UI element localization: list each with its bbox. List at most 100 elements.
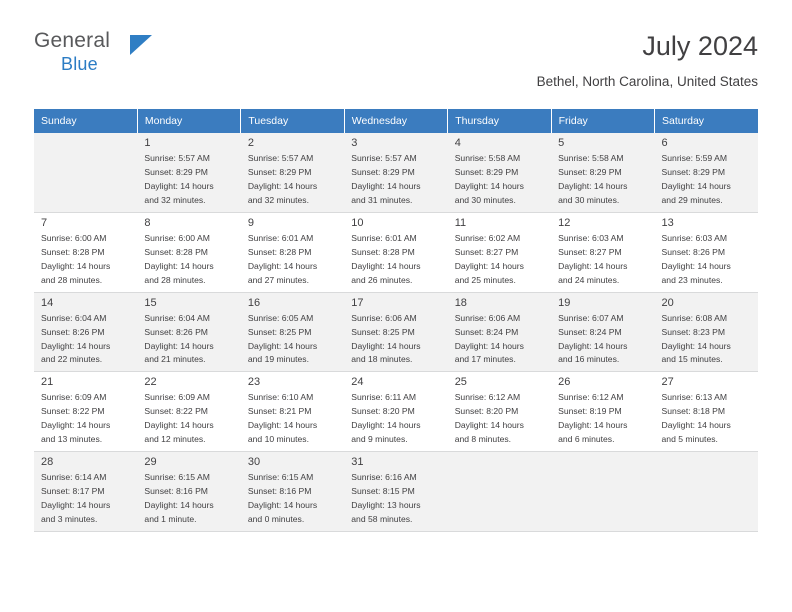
calendar-day-cell[interactable]: 8 Sunrise: 6:00 AM Sunset: 8:28 PM Daylight… [137,212,241,293]
day-detail-line: Daylight: 14 hours [558,340,628,351]
day-detail-line: Daylight: 14 hours [41,500,111,511]
day-detail-line: and 29 minutes. [661,194,723,205]
day-detail-line: Daylight: 14 hours [351,340,421,351]
calendar-day-cell[interactable]: 23 Sunrise: 6:10 AM Sunset: 8:21 PM Dayligh… [240,371,345,453]
calendar-day-cell[interactable]: 28 Sunrise: 6:14 AM Sunset: 8:17 PM Dayligh… [34,451,138,532]
day-detail-line: Sunset: 8:20 PM [351,406,415,417]
calendar-day-cell[interactable]: 20 Sunrise: 6:08 AM Sunset: 8:23 PM Dayligh… [654,292,758,373]
calendar-day-cell[interactable]: 2 Sunrise: 5:57 AM Sunset: 8:29 PM Daylight… [240,133,345,213]
day-detail-line: Sunset: 8:16 PM [247,486,312,497]
page-header: General Blue July 2024 Bethel, North Car… [34,0,758,92]
calendar-day-cell[interactable]: 15 Sunrise: 6:04 AM Sunset: 8:26 PM Dayligh… [137,292,241,373]
page-title: July 2024 [642,31,758,61]
calendar-day-cell[interactable]: 3 Sunrise: 5:57 AM Sunset: 8:29 PM Daylight… [344,133,448,213]
day-details: Sunrise: 6:11 AM Sunset: 8:20 PM Daylight:… [351,391,441,447]
day-details: Sunrise: 6:03 AM Sunset: 8:27 PM Daylight:… [558,232,648,288]
calendar-empty-cell [447,451,552,532]
day-detail-line: Sunrise: 6:06 AM [351,312,417,323]
calendar-day-cell[interactable]: 14 Sunrise: 6:04 AM Sunset: 8:26 PM Dayligh… [34,292,138,373]
day-detail-line: Sunrise: 6:01 AM [351,232,417,243]
day-detail-line: and 9 minutes. [351,434,408,445]
day-detail-line: Sunset: 8:23 PM [661,326,726,337]
day-detail-line: Daylight: 14 hours [661,420,731,431]
calendar-body: 1 Sunrise: 5:57 AM Sunset: 8:29 PM Daylight… [34,133,758,532]
day-detail-line: and 21 minutes. [144,354,206,365]
day-details: Sunrise: 6:10 AM Sunset: 8:21 PM Daylight:… [248,391,338,447]
day-detail-line: and 25 minutes. [454,274,516,285]
day-detail-line: Sunset: 8:24 PM [454,326,519,337]
day-number: 5 [558,137,565,149]
calendar-day-cell[interactable]: 4 Sunrise: 5:58 AM Sunset: 8:29 PM Daylight… [447,133,552,213]
day-detail-line: Sunset: 8:29 PM [351,167,415,178]
day-detail-line: and 1 minute. [144,513,197,524]
day-detail-line: Sunrise: 6:02 AM [454,232,521,243]
day-detail-line: Daylight: 14 hours [351,180,421,191]
calendar-day-cell[interactable]: 30 Sunrise: 6:15 AM Sunset: 8:16 PM Dayligh… [240,451,345,532]
calendar-day-cell[interactable]: 6 Sunrise: 5:59 AM Sunset: 8:29 PM Daylight… [654,133,758,213]
day-detail-line: Daylight: 14 hours [351,260,421,271]
day-detail-line: Sunrise: 6:12 AM [454,392,521,403]
calendar-day-cell[interactable]: 7 Sunrise: 6:00 AM Sunset: 8:28 PM Daylight… [34,212,138,293]
day-number: 11 [454,216,467,229]
day-detail-line: Daylight: 14 hours [661,260,731,271]
day-detail-line: Daylight: 14 hours [558,180,628,191]
day-detail-line: Daylight: 14 hours [558,420,628,431]
day-detail-line: and 0 minutes. [247,513,305,524]
day-detail-line: Daylight: 14 hours [454,420,524,431]
calendar-day-cell[interactable]: 13 Sunrise: 6:03 AM Sunset: 8:26 PM Dayligh… [654,212,758,293]
logo-text-general: General [34,29,111,52]
day-detail-line: Sunset: 8:25 PM [247,326,312,337]
day-detail-line: Sunset: 8:28 PM [144,246,208,257]
weekday-header-sunday: Sunday [34,109,138,133]
calendar-day-cell[interactable]: 5 Sunrise: 5:58 AM Sunset: 8:29 PM Daylight… [551,133,655,213]
calendar-day-cell[interactable]: 31 Sunrise: 6:16 AM Sunset: 8:15 PM Dayligh… [344,451,448,532]
day-details: Sunrise: 5:58 AM Sunset: 8:29 PM Daylight:… [558,152,648,208]
calendar-day-cell[interactable]: 24 Sunrise: 6:11 AM Sunset: 8:20 PM Dayligh… [344,371,448,453]
day-detail-line: Sunrise: 6:03 AM [558,232,624,243]
day-number: 13 [661,216,674,229]
day-detail-line: and 22 minutes. [41,354,103,365]
calendar-day-cell[interactable]: 17 Sunrise: 6:06 AM Sunset: 8:25 PM Dayligh… [344,292,448,373]
day-detail-line: Sunrise: 6:00 AM [144,232,210,243]
day-number: 29 [144,456,157,469]
day-details: Sunrise: 6:03 AM Sunset: 8:26 PM Daylight:… [662,232,752,288]
day-detail-line: Sunset: 8:17 PM [41,486,105,497]
day-detail-line: Daylight: 14 hours [247,420,318,431]
calendar-day-cell[interactable]: 1 Sunrise: 5:57 AM Sunset: 8:29 PM Daylight… [137,133,241,213]
day-detail-line: Sunrise: 6:05 AM [247,312,314,323]
day-detail-line: Sunset: 8:29 PM [247,167,312,178]
calendar-day-cell[interactable]: 21 Sunrise: 6:09 AM Sunset: 8:22 PM Dayligh… [34,371,138,453]
calendar-day-cell[interactable]: 19 Sunrise: 6:07 AM Sunset: 8:24 PM Dayligh… [551,292,655,373]
day-number: 2 [247,137,254,149]
day-detail-line: and 15 minutes. [661,354,723,365]
calendar-week-row: 7 Sunrise: 6:00 AM Sunset: 8:28 PM Daylight… [34,212,758,293]
day-detail-line: and 30 minutes. [558,194,620,205]
day-detail-line: Daylight: 14 hours [247,260,318,271]
calendar-day-cell[interactable]: 25 Sunrise: 6:12 AM Sunset: 8:20 PM Dayligh… [447,371,552,453]
calendar-day-cell[interactable]: 12 Sunrise: 6:03 AM Sunset: 8:27 PM Dayligh… [551,212,655,293]
day-number: 10 [351,216,364,229]
day-detail-line: Daylight: 14 hours [41,420,111,431]
calendar-day-cell[interactable]: 10 Sunrise: 6:01 AM Sunset: 8:28 PM Dayligh… [344,212,448,293]
day-detail-line: and 16 minutes. [558,354,620,365]
calendar-day-cell[interactable]: 18 Sunrise: 6:06 AM Sunset: 8:24 PM Dayligh… [447,292,552,373]
calendar-day-cell[interactable]: 26 Sunrise: 6:12 AM Sunset: 8:19 PM Dayligh… [551,371,655,453]
calendar-day-cell[interactable]: 9 Sunrise: 6:01 AM Sunset: 8:28 PM Daylight… [240,212,345,293]
day-detail-line: and 28 minutes. [144,274,206,285]
calendar-day-cell[interactable]: 11 Sunrise: 6:02 AM Sunset: 8:27 PM Dayligh… [447,212,552,293]
day-details: Sunrise: 5:59 AM Sunset: 8:29 PM Daylight:… [662,152,752,208]
calendar-day-cell[interactable]: 29 Sunrise: 6:15 AM Sunset: 8:16 PM Dayligh… [137,451,241,532]
calendar-day-cell[interactable]: 16 Sunrise: 6:05 AM Sunset: 8:25 PM Dayligh… [240,292,345,373]
day-detail-line: and 12 minutes. [144,434,206,445]
logo-text-blue: Blue [61,54,98,74]
calendar-day-cell[interactable]: 27 Sunrise: 6:13 AM Sunset: 8:18 PM Dayligh… [654,371,758,453]
day-detail-line: Sunrise: 5:59 AM [661,153,727,164]
day-detail-line: Daylight: 14 hours [454,340,524,351]
day-number: 12 [558,216,571,229]
day-detail-line: Daylight: 14 hours [454,260,524,271]
day-detail-line: Sunset: 8:26 PM [661,246,726,257]
calendar-day-cell[interactable]: 22 Sunrise: 6:09 AM Sunset: 8:22 PM Dayligh… [137,371,241,453]
day-details: Sunrise: 6:14 AM Sunset: 8:17 PM Daylight:… [41,471,131,527]
day-detail-line: Sunset: 8:26 PM [41,326,105,337]
day-detail-line: Sunrise: 6:13 AM [661,392,727,403]
